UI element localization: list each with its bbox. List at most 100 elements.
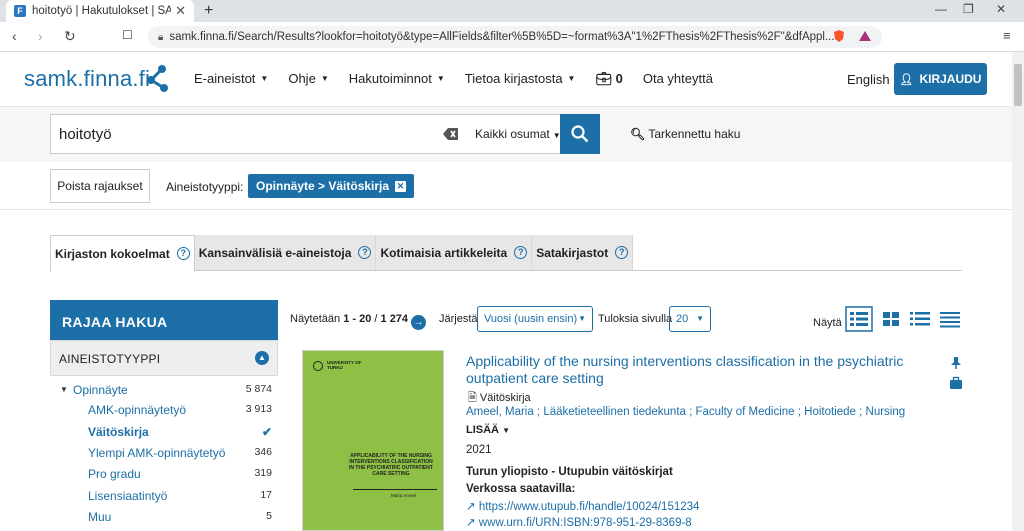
menu-icon[interactable]: ≡ [1003, 28, 1011, 43]
search-term: hoitotyö [59, 126, 112, 143]
main-nav: E-aineistot ▼ Ohje ▼ Hakutoiminnot ▼ Tietoa… [194, 71, 733, 87]
nav-hakutoiminnot[interactable]: Hakutoiminnot ▼ [349, 71, 445, 87]
facets-title: RAJAA HAKUA [50, 300, 278, 340]
browser-tab-bar: F hoitotyö | Hakutulokset | SAMK F ✕ + —… [0, 0, 1024, 22]
online-link-utupub[interactable]: ↗ https://www.utupub.fi/handle/10024/151… [466, 499, 699, 513]
facet-label: Lisensiaatintyö [88, 489, 168, 503]
tab-satakirjastot[interactable]: Satakirjastot? [532, 235, 634, 270]
chevron-down-icon: ▼ [567, 74, 576, 83]
facet-count: 5 874 [245, 383, 272, 395]
tab-label: Satakirjastot [536, 245, 609, 260]
forward-icon[interactable]: › [38, 28, 43, 44]
tab-kirjaston-kokoelmat[interactable]: Kirjaston kokoelmat? [50, 235, 195, 272]
compact-list-icon[interactable] [908, 307, 932, 331]
result-title[interactable]: Applicability of the nursing interventio… [466, 353, 944, 387]
facet-count: 346 [254, 446, 272, 458]
tab-label: Kirjaston kokoelmat [55, 246, 170, 261]
facet-count: 319 [254, 467, 272, 479]
list-view-icon[interactable] [845, 306, 873, 332]
brave-shield-icon[interactable] [832, 29, 846, 43]
restore-icon[interactable]: ❐ [963, 2, 974, 16]
minimize-icon[interactable]: — [935, 2, 947, 16]
nav-label: E-aineistot [194, 71, 256, 86]
add-to-bag-icon[interactable] [949, 376, 963, 390]
help-icon[interactable]: ? [358, 246, 372, 259]
tab-label: Kansainvälisiä e-aineistoja [198, 245, 352, 260]
nav-tietoa-kirjastosta[interactable]: Tietoa kirjastosta ▼ [465, 71, 576, 87]
address-bar-row: ‹ › ↻ ☐ 🔒︎ samk.finna.fi/Search/Results?… [0, 22, 1024, 52]
facet-label: Pro gradu [88, 467, 141, 481]
bookmark-icon[interactable]: ☐ [122, 28, 133, 42]
nav-ohje[interactable]: Ohje ▼ [288, 71, 328, 87]
search-plus-icon: 🔍︎ [630, 127, 646, 141]
chevron-down-icon: ▼ [436, 74, 445, 83]
grid-view-icon[interactable] [880, 307, 902, 331]
facet-label: Ylempi AMK-opinnäytetyö [88, 446, 226, 460]
advanced-search-link[interactable]: 🔍︎ Tarkennettu haku [630, 127, 740, 141]
more-toggle[interactable]: LISÄÄ ▼ [466, 424, 510, 436]
new-tab-icon[interactable]: + [204, 2, 213, 20]
bag-count: 0 [615, 71, 623, 86]
result-year: 2021 [466, 444, 492, 456]
remove-filters-button[interactable]: Poista rajaukset [50, 169, 150, 203]
clear-search-icon[interactable] [443, 127, 459, 141]
results-total: 1 274 [380, 313, 409, 325]
online-available-label: Verkossa saatavilla: [466, 483, 576, 495]
browser-tab[interactable]: F hoitotyö | Hakutulokset | SAMK F ✕ [6, 0, 194, 22]
collapse-icon[interactable]: ▲ [255, 351, 269, 365]
result-authors[interactable]: Ameel, Maria ; Lääketieteellinen tiedeku… [466, 406, 956, 418]
view-label: Näytä [813, 317, 842, 329]
facet-title: AINEISTOTYYPPI [59, 352, 161, 366]
cover-author: Maria Ameel [391, 493, 417, 498]
reload-icon[interactable]: ↻ [64, 28, 76, 45]
scope-label: Kaikki osumat [475, 127, 550, 141]
site-logo[interactable]: samk.finna.fi [24, 66, 150, 92]
pin-icon[interactable] [949, 356, 963, 370]
help-icon[interactable]: ? [176, 247, 190, 260]
search-input[interactable]: hoitotyö Kaikki osumat ▼ [50, 114, 600, 154]
search-button[interactable] [560, 114, 600, 154]
book-cover[interactable]: UNIVERSITY OF TURKU APPLICABILITY OF THE… [302, 350, 444, 531]
finna-favicon-icon: F [14, 5, 26, 17]
sort-select[interactable]: Vuosi (uusin ensin) ▼ [477, 306, 593, 332]
next-page-icon[interactable]: → [411, 315, 427, 330]
nav-e-aineistot[interactable]: E-aineistot ▼ [194, 71, 268, 87]
more-label: LISÄÄ [466, 424, 499, 436]
cover-rule [353, 489, 437, 490]
tab-title: hoitotyö | Hakutulokset | SAMK F [32, 5, 172, 17]
nav-contact[interactable]: Ota yhteyttä [643, 71, 713, 87]
external-link-icon: ↗ [466, 517, 476, 529]
per-page-value: 20 [676, 313, 689, 325]
per-page-select[interactable]: 20 ▼ [669, 306, 711, 332]
search-icon [571, 125, 589, 143]
nav-bag[interactable]: 💼︎ 0 [595, 71, 622, 87]
facet-count: 17 [260, 489, 272, 501]
nav-label: Tietoa kirjastosta [464, 71, 563, 86]
tab-kansainvalisia[interactable]: Kansainvälisiä e-aineistoja? [194, 235, 377, 270]
result-series: Turun yliopisto - Utupubin väitöskirjat [466, 466, 673, 478]
filter-chip-label: Opinnäyte > Väitöskirja [256, 179, 390, 193]
facet-header-aineistotyyppi[interactable]: AINEISTOTYYPPI ▲ [50, 340, 278, 376]
advanced-label: Tarkennettu haku [648, 127, 741, 141]
facet-label: Opinnäyte [73, 383, 128, 397]
condensed-view-icon[interactable] [938, 307, 962, 331]
back-icon[interactable]: ‹ [12, 28, 17, 44]
page-scrollbar[interactable] [1012, 52, 1024, 531]
url-text: samk.finna.fi/Search/Results?lookfor=hoi… [169, 31, 835, 43]
online-link-urn[interactable]: ↗ www.urn.fi/URN:ISBN:978-951-29-8369-8 [466, 515, 692, 529]
document-icon: 🗎︎ [468, 392, 477, 404]
filter-chip[interactable]: Opinnäyte > Väitöskirja ✕ [248, 174, 415, 198]
results-summary: Näytetään 1 - 20 / 1 274 → [290, 313, 427, 330]
scrollbar-thumb[interactable] [1014, 64, 1022, 106]
close-tab-icon[interactable]: ✕ [175, 3, 186, 19]
close-window-icon[interactable]: ✕ [996, 2, 1006, 16]
active-filters: Poista rajaukset Aineistotyyppi: Opinnäy… [0, 162, 1012, 210]
help-icon[interactable]: ? [615, 246, 629, 259]
login-button[interactable]: 👤︎ KIRJAUDU [894, 63, 987, 95]
tab-kotimaisia[interactable]: Kotimaisia artikkeleita? [376, 235, 533, 270]
url-field[interactable]: 🔒︎ samk.finna.fi/Search/Results?lookfor=… [148, 26, 882, 48]
search-scope-select[interactable]: Kaikki osumat ▼ [475, 127, 561, 141]
brave-rewards-icon[interactable] [858, 29, 872, 43]
help-icon[interactable]: ? [514, 246, 528, 259]
language-switch[interactable]: English [847, 72, 890, 87]
